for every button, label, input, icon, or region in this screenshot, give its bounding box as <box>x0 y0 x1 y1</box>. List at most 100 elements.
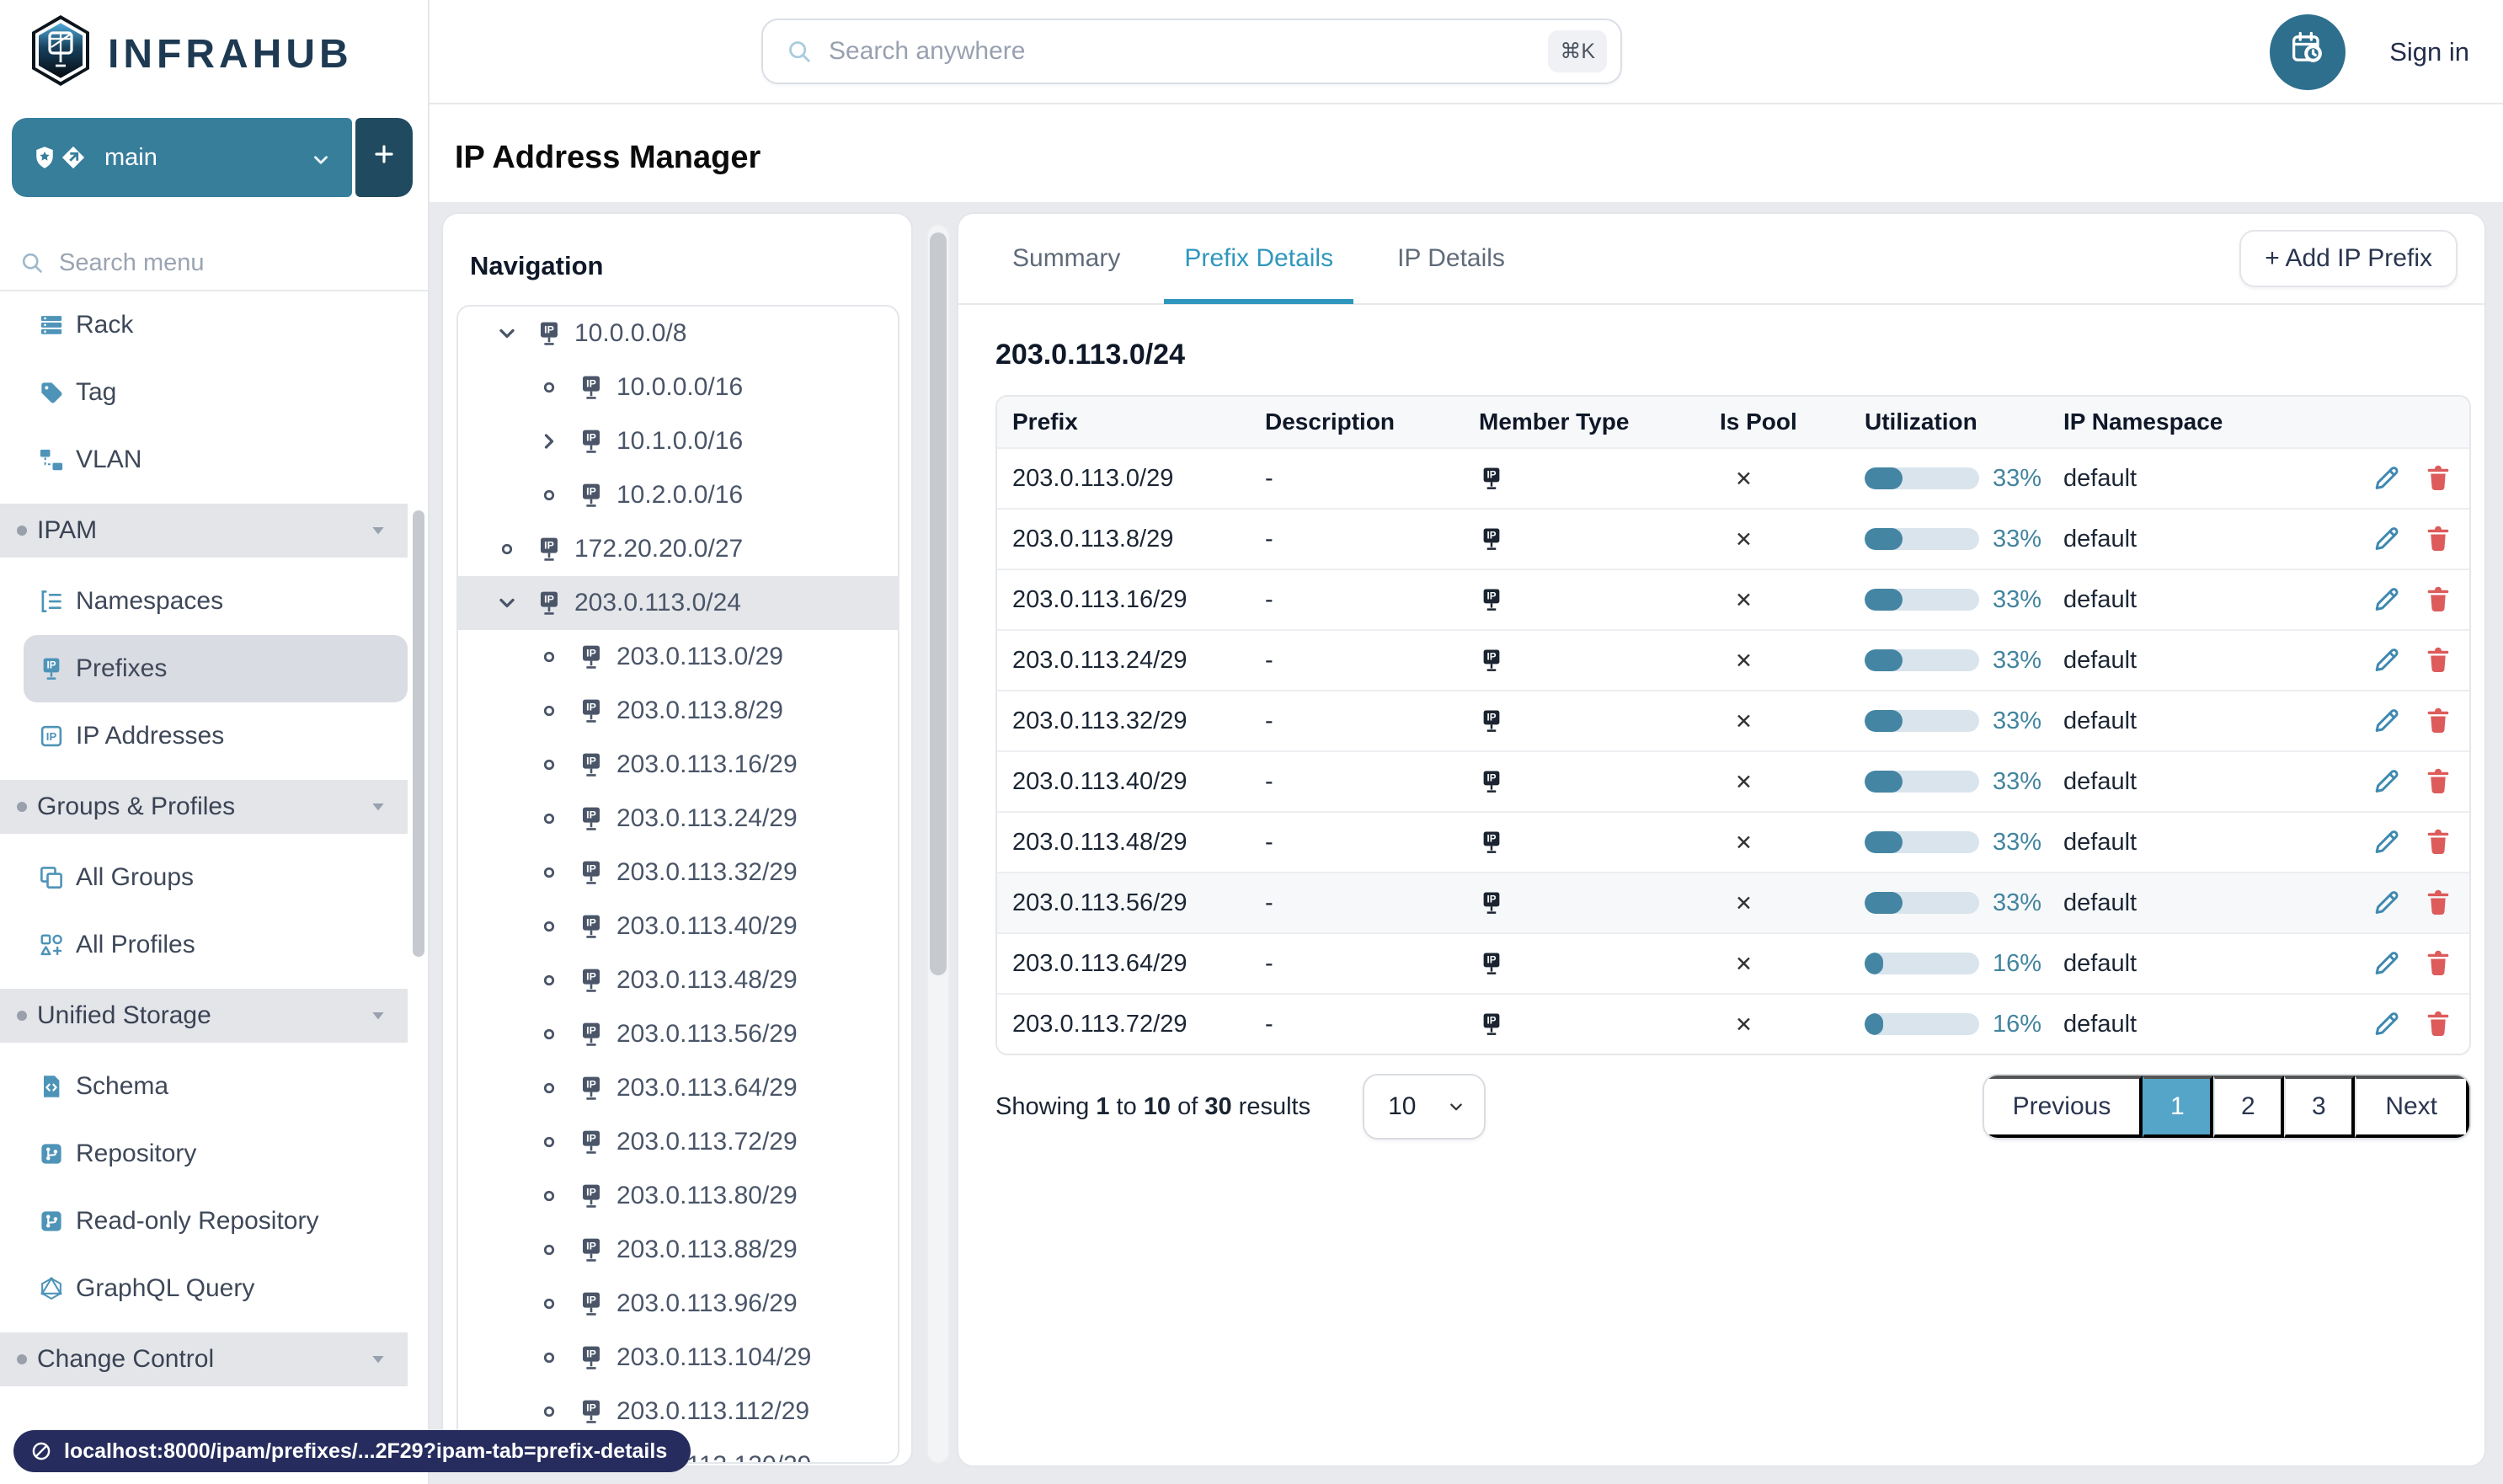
tree-item[interactable]: IP 10.0.0.0/16 <box>458 360 898 414</box>
tree-item[interactable]: IP 203.0.113.80/29 <box>458 1169 898 1223</box>
tree-item[interactable]: IP 10.2.0.0/16 <box>458 468 898 522</box>
tree-item[interactable]: IP 203.0.113.40/29 <box>458 899 898 953</box>
tree-item[interactable]: IP 203.0.113.16/29 <box>458 738 898 792</box>
page-button-1[interactable]: 1 <box>2143 1076 2214 1138</box>
page-button-2[interactable]: 2 <box>2213 1076 2285 1138</box>
navigation-scrollbar[interactable] <box>926 224 950 1464</box>
delete-button[interactable] <box>2424 464 2452 493</box>
sidebar-item-read-only-repository[interactable]: Read-only Repository <box>24 1188 408 1255</box>
page-button-next[interactable]: Next <box>2355 1076 2469 1138</box>
ip-prefix-icon: IP <box>578 428 605 455</box>
add-ip-prefix-button[interactable]: + Add IP Prefix <box>2239 230 2458 287</box>
edit-button[interactable] <box>2372 767 2400 796</box>
sidebar-item-rack[interactable]: Rack <box>24 291 408 359</box>
tab-prefix-details[interactable]: Prefix Details <box>1164 214 1354 304</box>
add-branch-button[interactable] <box>355 118 413 197</box>
utilization-bar <box>1865 892 1979 914</box>
tree-item[interactable]: IP 203.0.113.32/29 <box>458 846 898 899</box>
tree-item[interactable]: IP 203.0.113.0/24 <box>458 576 898 630</box>
sidebar-item-ip-addresses[interactable]: IP IP Addresses <box>24 702 408 770</box>
tree-item[interactable]: IP 203.0.113.64/29 <box>458 1061 898 1115</box>
page-size-select[interactable]: 10 <box>1363 1074 1486 1140</box>
tab-ip-details[interactable]: IP Details <box>1377 214 1525 304</box>
schedule-button[interactable] <box>2270 14 2346 90</box>
edit-button[interactable] <box>2372 646 2400 675</box>
sidebar-section-unified-storage[interactable]: Unified Storage <box>0 989 408 1043</box>
edit-button[interactable] <box>2372 707 2400 735</box>
tree-item[interactable]: IP 203.0.113.8/29 <box>458 684 898 738</box>
table-row[interactable]: 203.0.113.40/29 - IP ✕ 33% default <box>997 750 2469 811</box>
navigation-scrollbar-thumb[interactable] <box>930 232 947 975</box>
chevron-down-icon[interactable] <box>495 322 519 345</box>
tree-item[interactable]: IP 203.0.113.48/29 <box>458 953 898 1007</box>
table-row[interactable]: 203.0.113.64/29 - IP ✕ 16% default <box>997 932 2469 993</box>
tree-item[interactable]: IP 203.0.113.104/29 <box>458 1331 898 1385</box>
sidebar-item-graphql-query[interactable]: GraphQL Query <box>24 1255 408 1322</box>
topbar-actions: Sign in <box>2270 0 2469 104</box>
sidebar-item-schema[interactable]: Schema <box>24 1053 408 1120</box>
utilization-cell: 33% <box>1849 829 2048 857</box>
table-row[interactable]: 203.0.113.8/29 - IP ✕ 33% default <box>997 508 2469 569</box>
tree-item[interactable]: IP 203.0.113.88/29 <box>458 1223 898 1277</box>
tab-summary[interactable]: Summary <box>992 214 1140 304</box>
edit-button[interactable] <box>2372 585 2400 614</box>
edit-button[interactable] <box>2372 828 2400 857</box>
tree-item[interactable]: IP 203.0.113.0/29 <box>458 630 898 684</box>
sidebar-section-ipam[interactable]: IPAM <box>0 504 408 558</box>
sidebar-search-input[interactable] <box>59 248 408 277</box>
navigation-title: Navigation <box>470 251 604 280</box>
tree-item[interactable]: IP 203.0.113.96/29 <box>458 1277 898 1331</box>
page-button-previous[interactable]: Previous <box>1983 1076 2143 1138</box>
svg-text:IP: IP <box>586 809 596 820</box>
delete-button[interactable] <box>2424 1010 2452 1038</box>
sidebar-item-repository[interactable]: Repository <box>24 1120 408 1188</box>
branch-dropdown[interactable]: main <box>12 118 352 197</box>
ip-prefix-icon: IP <box>536 590 563 617</box>
table-row[interactable]: 203.0.113.0/29 - IP ✕ 33% default <box>997 447 2469 508</box>
delete-button[interactable] <box>2424 585 2452 614</box>
sidebar-item-tag[interactable]: Tag <box>24 359 408 426</box>
delete-button[interactable] <box>2424 707 2452 735</box>
tree-item[interactable]: IP 10.0.0.0/8 <box>458 307 898 360</box>
edit-button[interactable] <box>2372 949 2400 978</box>
sidebar-scrollbar-thumb[interactable] <box>413 510 424 957</box>
tree-item[interactable]: IP 172.20.20.0/27 <box>458 522 898 576</box>
edit-button[interactable] <box>2372 464 2400 493</box>
edit-button[interactable] <box>2372 889 2400 917</box>
sidebar-item-prefixes[interactable]: IP Prefixes <box>24 635 408 702</box>
tree-item[interactable]: IP 203.0.113.24/29 <box>458 792 898 846</box>
chevron-down-icon[interactable] <box>495 591 519 615</box>
sidebar-item-all-profiles[interactable]: All Profiles <box>24 911 408 979</box>
description-cell: - <box>1265 646 1273 674</box>
delete-button[interactable] <box>2424 889 2452 917</box>
global-search-input[interactable] <box>829 37 1549 66</box>
namespace-cell: default <box>2063 525 2137 552</box>
table-row[interactable]: 203.0.113.24/29 - IP ✕ 33% default <box>997 629 2469 690</box>
tree-item[interactable]: IP 203.0.113.56/29 <box>458 1007 898 1061</box>
app-logo[interactable]: INFRAHUB <box>27 13 353 94</box>
sidebar-item-all-groups[interactable]: All Groups <box>24 844 408 911</box>
tree-item[interactable]: IP 203.0.113.72/29 <box>458 1115 898 1169</box>
delete-button[interactable] <box>2424 646 2452 675</box>
delete-button[interactable] <box>2424 828 2452 857</box>
delete-button[interactable] <box>2424 767 2452 796</box>
sidebar-item-label: Read-only Repository <box>76 1207 319 1235</box>
sidebar-section-groups-profiles[interactable]: Groups & Profiles <box>0 780 408 834</box>
sidebar-item-namespaces[interactable]: Namespaces <box>24 568 408 635</box>
table-row[interactable]: 203.0.113.48/29 - IP ✕ 33% default <box>997 811 2469 872</box>
tree-item[interactable]: IP 10.1.0.0/16 <box>458 414 898 468</box>
sidebar-item-vlan[interactable]: VLAN <box>24 426 408 494</box>
global-search: ⌘K <box>761 19 1622 84</box>
sidebar-section-change-control[interactable]: Change Control <box>0 1332 408 1386</box>
table-row[interactable]: 203.0.113.72/29 - IP ✕ 16% default <box>997 993 2469 1054</box>
table-row[interactable]: 203.0.113.56/29 - IP ✕ 33% default <box>997 872 2469 932</box>
table-row[interactable]: 203.0.113.32/29 - IP ✕ 33% default <box>997 690 2469 750</box>
edit-button[interactable] <box>2372 525 2400 553</box>
sign-in-link[interactable]: Sign in <box>2389 37 2469 67</box>
page-button-3[interactable]: 3 <box>2284 1076 2356 1138</box>
edit-button[interactable] <box>2372 1010 2400 1038</box>
delete-button[interactable] <box>2424 525 2452 553</box>
chevron-right-icon[interactable] <box>537 430 561 453</box>
delete-button[interactable] <box>2424 949 2452 978</box>
table-row[interactable]: 203.0.113.16/29 - IP ✕ 33% default <box>997 569 2469 629</box>
